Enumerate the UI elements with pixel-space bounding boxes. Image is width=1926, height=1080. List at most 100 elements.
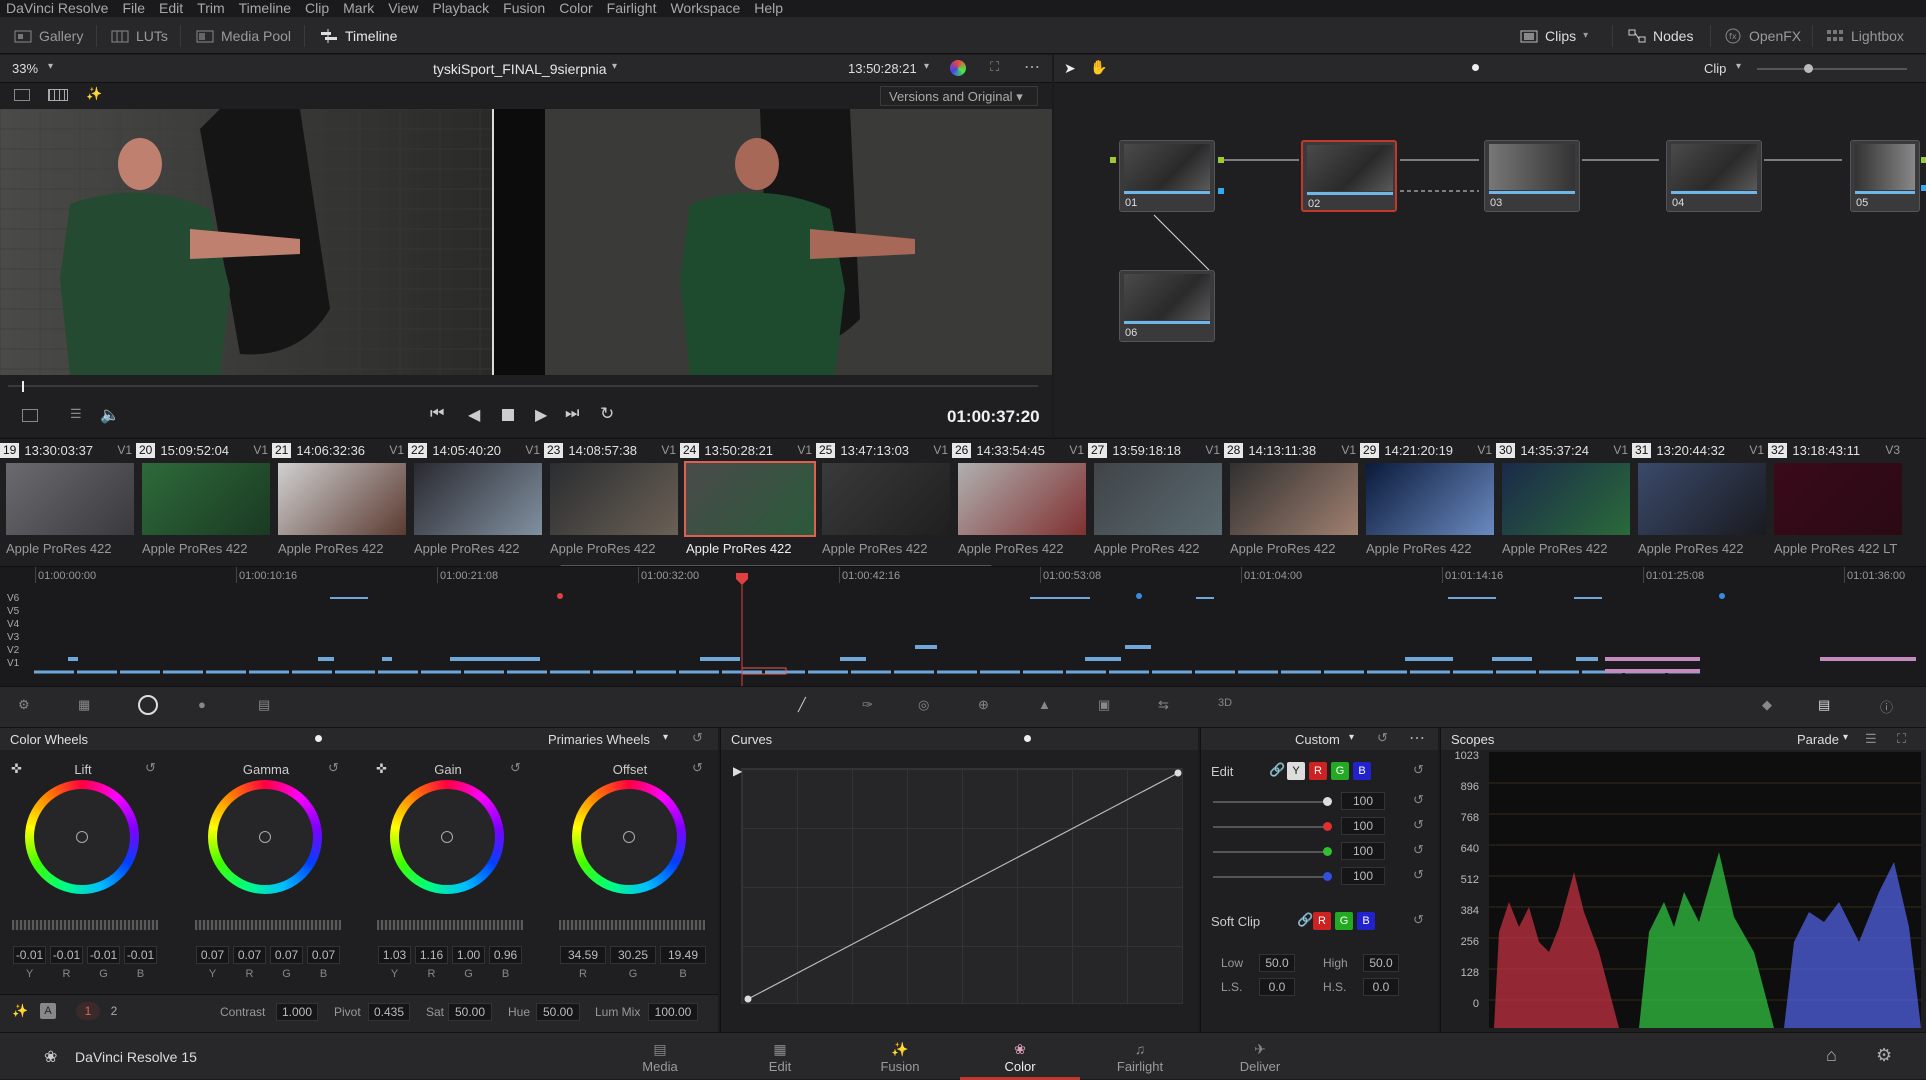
wheel-value-field[interactable]: 0.07 xyxy=(196,946,229,964)
wheel-center-handle[interactable] xyxy=(441,831,453,843)
menu-view[interactable]: View xyxy=(388,0,418,17)
menu-fusion[interactable]: Fusion xyxy=(503,0,545,17)
wheel-center-handle[interactable] xyxy=(259,831,271,843)
skip-to-start-icon[interactable]: ⏮ xyxy=(430,405,444,423)
page-1-button[interactable]: 1 xyxy=(76,1002,100,1020)
master-wheel-gamma[interactable] xyxy=(195,920,341,930)
sizing-icon[interactable]: ⇆ xyxy=(1158,697,1180,717)
mini-timeline[interactable]: 01:00:00:00 01:00:10:16 01:00:21:08 01:00:3… xyxy=(0,566,1926,687)
viewer-image[interactable] xyxy=(0,109,1052,375)
stop-icon[interactable] xyxy=(502,409,514,421)
reset-icon[interactable]: ↺ xyxy=(692,760,703,776)
blur-icon[interactable]: ▲ xyxy=(1038,697,1060,717)
hue-field[interactable]: 50.00 xyxy=(536,1003,580,1021)
clip-thumbnail[interactable]: 32 13:18:43:11 V3 Apple ProRes 422 LT xyxy=(1768,441,1904,561)
menu-color[interactable]: Color xyxy=(559,0,592,17)
hs-field[interactable]: 0.0 xyxy=(1363,978,1399,996)
menu-edit[interactable]: Edit xyxy=(159,0,183,17)
chevron-down-icon[interactable]: ▾ xyxy=(1349,732,1354,743)
channel-intensity-field[interactable]: 100 xyxy=(1341,792,1385,810)
reset-icon[interactable]: ↺ xyxy=(328,760,339,776)
sat-field[interactable]: 50.00 xyxy=(448,1003,492,1021)
curve-point-icon[interactable]: ▶ xyxy=(733,764,742,778)
clip-thumbnail[interactable]: 28 14:13:11:38 V1 Apple ProRes 422 xyxy=(1224,441,1360,561)
clips-button[interactable]: Clips ▾ xyxy=(1520,17,1588,54)
menu-davinci-resolve[interactable]: DaVinci Resolve xyxy=(6,0,108,17)
clip-thumbnail[interactable]: 24 13:50:28:21 V1 Apple ProRes 422 xyxy=(680,441,816,561)
menu-fairlight[interactable]: Fairlight xyxy=(607,0,657,17)
wheel-value-field[interactable]: 1.16 xyxy=(415,946,448,964)
slider-handle[interactable] xyxy=(1323,847,1332,856)
viewer-scrub-bar[interactable] xyxy=(0,375,1052,397)
timeline-button[interactable]: Timeline xyxy=(320,17,397,54)
clip-thumbnail[interactable]: 25 13:47:13:03 V1 Apple ProRes 422 xyxy=(816,441,952,561)
channel-intensity-field[interactable]: 100 xyxy=(1341,817,1385,835)
channel-g-button[interactable]: G xyxy=(1331,762,1349,780)
viewer-mode-icon[interactable] xyxy=(22,409,38,422)
home-icon[interactable]: ⌂ xyxy=(1826,1045,1837,1066)
layers-icon[interactable]: ☰ xyxy=(70,406,82,422)
node-03[interactable]: 03 xyxy=(1484,140,1580,212)
clip-thumbnail[interactable]: 20 15:09:52:04 V1 Apple ProRes 422 xyxy=(136,441,272,561)
link-icon[interactable]: 🔗 xyxy=(1297,912,1313,928)
scope-type-select[interactable]: Parade xyxy=(1797,732,1839,747)
node-05[interactable]: 05 xyxy=(1850,140,1920,212)
wheel-value-field[interactable]: -0.01 xyxy=(13,946,46,964)
lightbox-button[interactable]: Lightbox xyxy=(1826,17,1904,54)
openfx-button[interactable]: fx OpenFX xyxy=(1724,17,1801,54)
color-match-icon[interactable]: ▦ xyxy=(78,697,100,717)
page-tab-edit[interactable]: ▦ Edit xyxy=(720,1033,840,1080)
reset-icon[interactable]: ↺ xyxy=(1413,842,1424,858)
luts-button[interactable]: LUTs xyxy=(111,17,168,54)
clip-thumbnail[interactable]: 30 14:35:37:24 V1 Apple ProRes 422 xyxy=(1496,441,1632,561)
reset-icon[interactable]: ↺ xyxy=(692,730,703,746)
master-wheel-gain[interactable] xyxy=(377,920,523,930)
rgb-mixer-icon[interactable]: ● xyxy=(198,697,220,717)
wheel-value-field[interactable]: 0.96 xyxy=(489,946,522,964)
reset-icon[interactable]: ↺ xyxy=(1413,867,1424,883)
timeline-name[interactable]: tyskiSport_FINAL_9sierpnia xyxy=(433,61,607,77)
curves-icon[interactable]: ╱ xyxy=(798,697,820,717)
node-editor[interactable]: ➤ ✋ Clip ▾ 01 02 03 04 05 06 xyxy=(1054,55,1926,437)
menu-help[interactable]: Help xyxy=(754,0,783,17)
color-wheel-gain[interactable] xyxy=(390,780,504,894)
page-tab-media[interactable]: ▤ Media xyxy=(600,1033,720,1080)
reset-icon[interactable]: ↺ xyxy=(1413,792,1424,808)
wheel-value-field[interactable]: 19.49 xyxy=(660,946,706,964)
scrub-playhead[interactable] xyxy=(22,381,24,392)
versions-select[interactable]: Versions and Original ▾ xyxy=(880,86,1038,106)
reset-icon[interactable]: ↺ xyxy=(1413,912,1424,928)
channel-intensity-slider[interactable] xyxy=(1213,801,1328,803)
color-wheel-offset[interactable] xyxy=(572,780,686,894)
wheel-center-handle[interactable] xyxy=(76,831,88,843)
node-06[interactable]: 06 xyxy=(1119,270,1215,342)
menu-trim[interactable]: Trim xyxy=(197,0,224,17)
gallery-button[interactable]: Gallery xyxy=(14,17,83,54)
wheel-value-field[interactable]: 1.00 xyxy=(452,946,485,964)
reset-icon[interactable]: ↺ xyxy=(1413,817,1424,833)
wheel-value-field[interactable]: 0.07 xyxy=(307,946,340,964)
page-tab-deliver[interactable]: ✈ Deliver xyxy=(1200,1033,1320,1080)
clip-thumbnail[interactable]: 29 14:21:20:19 V1 Apple ProRes 422 xyxy=(1360,441,1496,561)
reset-icon[interactable]: ↺ xyxy=(1377,730,1388,746)
channel-intensity-slider[interactable] xyxy=(1213,876,1328,878)
chevron-down-icon[interactable]: ▾ xyxy=(612,61,617,72)
node-01[interactable]: 01 xyxy=(1119,140,1215,212)
clip-thumbnail[interactable]: 26 14:33:54:45 V1 Apple ProRes 422 xyxy=(952,441,1088,561)
clip-thumbnail[interactable]: 27 13:59:18:18 V1 Apple ProRes 422 xyxy=(1088,441,1224,561)
channel-intensity-field[interactable]: 100 xyxy=(1341,842,1385,860)
wheel-value-field[interactable]: 0.07 xyxy=(233,946,266,964)
more-options-icon[interactable]: ⋯ xyxy=(1409,728,1425,748)
channel-r-button[interactable]: R xyxy=(1309,762,1327,780)
reset-icon[interactable]: ↺ xyxy=(145,760,156,776)
curves-mode-select[interactable]: Custom xyxy=(1295,732,1340,747)
scope-settings-icon[interactable]: ☰ xyxy=(1865,731,1877,747)
clip-thumbnail[interactable]: 22 14:05:40:20 V1 Apple ProRes 422 xyxy=(408,441,544,561)
menu-clip[interactable]: Clip xyxy=(305,0,329,17)
color-wheel-gamma[interactable] xyxy=(208,780,322,894)
wheel-value-field[interactable]: -0.01 xyxy=(50,946,83,964)
page-tab-fairlight[interactable]: ♫ Fairlight xyxy=(1080,1033,1200,1080)
channel-intensity-slider[interactable] xyxy=(1213,851,1328,853)
page-tab-color[interactable]: ❀ Color xyxy=(960,1033,1080,1080)
zoom-select[interactable]: 33% xyxy=(12,61,38,76)
